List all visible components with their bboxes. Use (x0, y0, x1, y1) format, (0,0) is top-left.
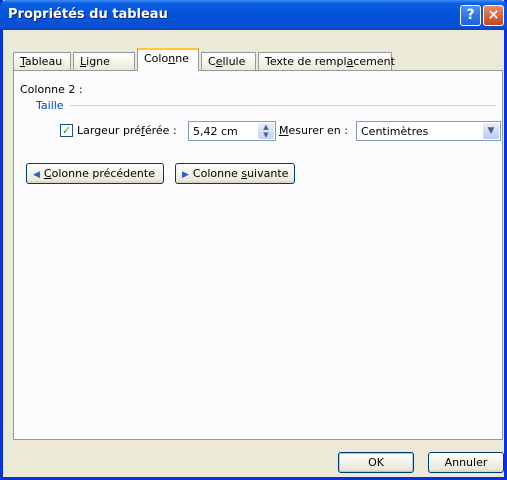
column-label: Colonne 2 : (20, 83, 83, 96)
preferred-width-label: Largeur préférée : (77, 124, 177, 137)
tab-colonne[interactable]: Colonne (137, 48, 199, 71)
measure-in-label: Mesurer en : (279, 124, 348, 137)
ok-button[interactable]: OK (338, 452, 414, 473)
tab-panel: Colonne 2 : Taille ✓ Largeur préférée : … (13, 70, 503, 440)
arrow-left-icon: ◀ (33, 170, 40, 180)
dialog-window: Propriétés du tableau ? × Tableau Ligne … (0, 0, 507, 480)
preferred-width-checkbox[interactable]: ✓ (60, 124, 73, 137)
help-button[interactable]: ? (460, 5, 481, 26)
width-spinner[interactable]: 5,42 cm ▲ ▼ (188, 121, 276, 141)
section-title-taille: Taille (36, 99, 64, 112)
previous-column-button[interactable]: ◀ Colonne précédente (26, 163, 164, 184)
measure-unit-value: Centimètres (361, 125, 429, 138)
close-button[interactable]: × (483, 5, 504, 26)
next-column-button[interactable]: ▶ Colonne suivante (175, 163, 295, 184)
width-value[interactable]: 5,42 cm (193, 125, 238, 138)
tab-ligne[interactable]: Ligne (73, 52, 135, 70)
arrow-right-icon: ▶ (182, 170, 189, 180)
window-title: Propriétés du tableau (8, 7, 168, 22)
tab-cellule[interactable]: Cellule (201, 52, 256, 70)
section-divider (70, 105, 496, 106)
measure-unit-select[interactable]: Centimètres ▼ (356, 121, 501, 141)
title-bar: Propriétés du tableau ? × (0, 0, 507, 30)
tab-texte-remplacement[interactable]: Texte de remplacement (258, 52, 395, 70)
spinner-arrows-icon[interactable]: ▲ ▼ (258, 123, 274, 139)
tab-tableau[interactable]: Tableau (13, 52, 71, 70)
cancel-button[interactable]: Annuler (428, 452, 504, 473)
chevron-down-icon[interactable]: ▼ (483, 123, 499, 139)
